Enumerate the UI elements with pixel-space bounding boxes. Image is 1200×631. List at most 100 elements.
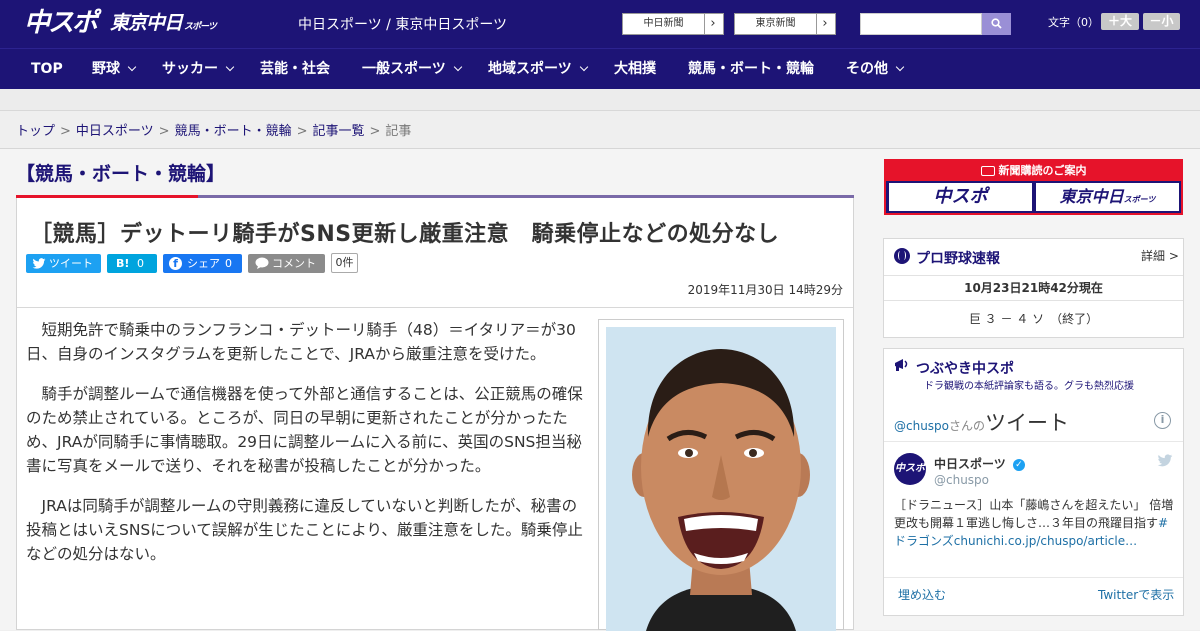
tweet-label: ツイート — [49, 257, 93, 270]
tweet-text: ［ドラニュース］山本「藤嶋さんを超えたい」 倍増更改も開幕１軍逃し悔しさ…３年目… — [894, 496, 1176, 550]
hatena-bookmark-button[interactable]: B! 0 — [107, 254, 157, 273]
main-nav: TOP 野球 サッカー 芸能・社会 一般スポーツ 地域スポーツ 大相撲 競馬・ボ… — [0, 48, 1200, 89]
account-name[interactable]: 中日スポーツ ✓ — [934, 455, 1025, 472]
font-decrease-button[interactable]: －小 — [1143, 13, 1180, 30]
account-avatar[interactable]: 中スポ — [894, 453, 926, 485]
nav-item-keiba[interactable]: 競馬・ボート・競輪 — [688, 49, 814, 90]
tweets-section-title: つぶやき中スポ — [916, 361, 1014, 377]
twitter-timeline-heading: @chuspoさんのツイート — [894, 407, 1069, 437]
article-paragraph: 騎手が調整ルームで通信機器を使って外部と通信することは、公正競馬の確保のため禁止… — [26, 385, 583, 475]
comment-button[interactable]: コメント — [248, 254, 325, 273]
divider — [884, 300, 1183, 301]
chunichi-shimbun-button[interactable]: 中日新聞 › — [622, 13, 724, 35]
twitter-handle-link[interactable]: @chuspo — [894, 419, 949, 433]
portrait-illustration — [606, 327, 836, 631]
tweet-button[interactable]: ツイート — [26, 254, 101, 273]
breadcrumb-link-category[interactable]: 競馬・ボート・競輪 — [175, 124, 292, 139]
chuspo-logo[interactable]: 中スポ — [24, 8, 102, 38]
breadcrumb-separator: > — [296, 124, 308, 139]
nav-item-entertainment[interactable]: 芸能・社会 — [260, 49, 330, 90]
nav-label: 地域スポーツ — [488, 61, 572, 77]
embed-link[interactable]: 埋め込む — [898, 586, 946, 603]
search-input[interactable] — [860, 13, 982, 35]
site-title: 中日スポーツ / 東京中日スポーツ — [298, 17, 508, 33]
chevron-right-icon: › — [822, 16, 828, 31]
tokyo-shimbun-button[interactable]: 東京新聞 › — [734, 13, 836, 35]
baseball-score[interactable]: 巨 ３ － ４ ソ （終了） — [884, 310, 1183, 327]
chevron-down-icon — [579, 62, 588, 72]
font-size-label: 文字（0） — [1048, 16, 1099, 29]
site-header: 中スポ 東京中日 スポーツ 中日スポーツ / 東京中日スポーツ 中日新聞 › 東京… — [0, 0, 1200, 48]
font-increase-button[interactable]: ＋大 — [1101, 13, 1139, 30]
divider — [884, 275, 1183, 276]
article-date: 2019年11月30日 14時29分 — [687, 283, 843, 297]
twitter-bird-icon — [32, 258, 46, 269]
chevron-down-icon — [225, 62, 235, 72]
breadcrumb-separator: > — [369, 124, 381, 139]
twitter-timeline-title: ツイート — [985, 411, 1070, 435]
nav-label: サッカー — [162, 61, 218, 77]
category-title: 【競馬・ボート・競輪】 — [16, 163, 226, 185]
chevron-down-icon — [127, 62, 137, 72]
tweet-body: ［ドラニュース］山本「藤嶋さんを超えたい」 倍増更改も開幕１軍逃し悔しさ…３年目… — [894, 498, 1174, 530]
article-body: 短期免許で騎乗中のランフランコ・デットーリ騎手（48）＝イタリア＝が30日、自身… — [26, 318, 590, 582]
twitter-bird-icon — [1157, 454, 1173, 467]
tweets-section-subtitle: ドラ観戦の本紙評論家も語る。グラも熱烈応援 — [924, 381, 1134, 392]
article-photo[interactable] — [598, 319, 844, 631]
comment-bubble-icon — [255, 257, 269, 269]
divider — [884, 441, 1183, 442]
hatena-count: 0 — [137, 257, 144, 270]
facebook-icon: f — [169, 257, 182, 270]
breadcrumb-link-top[interactable]: トップ — [16, 124, 55, 139]
baseball-icon — [894, 248, 910, 264]
baseball-detail-link[interactable]: 詳細 > — [1141, 247, 1179, 264]
facebook-share-button[interactable]: f シェア 0 — [163, 254, 242, 273]
account-handle[interactable]: @chuspo — [934, 473, 989, 487]
account-name-text: 中日スポーツ — [934, 457, 1006, 471]
comment-count: 0件 — [331, 253, 358, 273]
newspaper-icon — [980, 166, 995, 176]
nav-item-sumo[interactable]: 大相撲 — [614, 49, 656, 90]
article-paragraph: 短期免許で騎乗中のランフランコ・デットーリ騎手（48）＝イタリア＝が30日、自身… — [26, 321, 576, 363]
tokyo-chunichi-logo[interactable]: 東京中日 スポーツ — [110, 12, 217, 38]
promo-tokyo-logo-small: スポーツ — [1123, 195, 1156, 204]
subscription-banner-text: 新聞購読のご案内 — [998, 164, 1087, 177]
facebook-share-count: 0 — [225, 257, 232, 270]
nav-label: TOP — [31, 61, 63, 77]
breadcrumb-link-chuspo[interactable]: 中日スポーツ — [76, 124, 154, 139]
facebook-share-label: シェア — [187, 257, 220, 270]
view-on-twitter-link[interactable]: Twitterで表示 — [1098, 586, 1174, 603]
comment-label: コメント — [272, 257, 316, 270]
nav-item-local-sports[interactable]: 地域スポーツ — [488, 49, 588, 90]
tweet-url-link[interactable]: chunichi.co.jp/chuspo/article… — [954, 534, 1137, 548]
verified-badge-icon: ✓ — [1012, 458, 1025, 471]
twitter-handle-suffix: さんの — [949, 419, 986, 433]
article-headline: ［競馬］デットーリ騎手がSNS更新し厳重注意 騎乗停止などの処分なし — [30, 222, 780, 247]
search-icon — [991, 18, 1002, 29]
chevron-down-icon — [895, 62, 905, 72]
breadcrumb: トップ > 中日スポーツ > 競馬・ボート・競輪 > 記事一覧 > 記事 — [16, 120, 411, 139]
tokyo-logo-text: 東京中日 — [110, 12, 183, 34]
breadcrumb-link-article-list[interactable]: 記事一覧 — [313, 124, 365, 139]
search-button[interactable] — [982, 13, 1011, 35]
info-icon[interactable]: i — [1154, 412, 1171, 429]
article-paragraph: JRAは同騎手が調整ルームの守則義務に違反していないと判断したが、秘書の投稿とは… — [26, 497, 583, 563]
baseball-section-title: プロ野球速報 — [916, 251, 1000, 267]
breadcrumb-separator: > — [158, 124, 170, 139]
nav-item-top[interactable]: TOP — [31, 49, 63, 90]
nav-label: 大相撲 — [614, 61, 656, 77]
nav-item-soccer[interactable]: サッカー — [162, 49, 235, 90]
breadcrumb-current: 記事 — [385, 124, 412, 139]
megaphone-icon — [895, 359, 908, 371]
promo-chuspo-logo: 中スポ — [889, 183, 1032, 211]
chevron-right-icon: › — [710, 16, 716, 31]
nav-item-general-sports[interactable]: 一般スポーツ — [362, 49, 462, 90]
promo-tokyo-logo-text: 東京中日 — [1059, 187, 1124, 206]
jockey-portrait-image — [606, 327, 836, 631]
tokyo-shimbun-label: 東京新聞 — [735, 14, 817, 34]
nav-item-other[interactable]: その他 — [846, 49, 905, 90]
baseball-timestamp: 10月23日21時42分現在 — [964, 281, 1103, 295]
subscription-banner[interactable]: 新聞購読のご案内 中スポ 東京中日スポーツ — [884, 159, 1183, 215]
breadcrumb-separator: > — [60, 124, 71, 139]
nav-item-baseball[interactable]: 野球 — [92, 49, 137, 90]
